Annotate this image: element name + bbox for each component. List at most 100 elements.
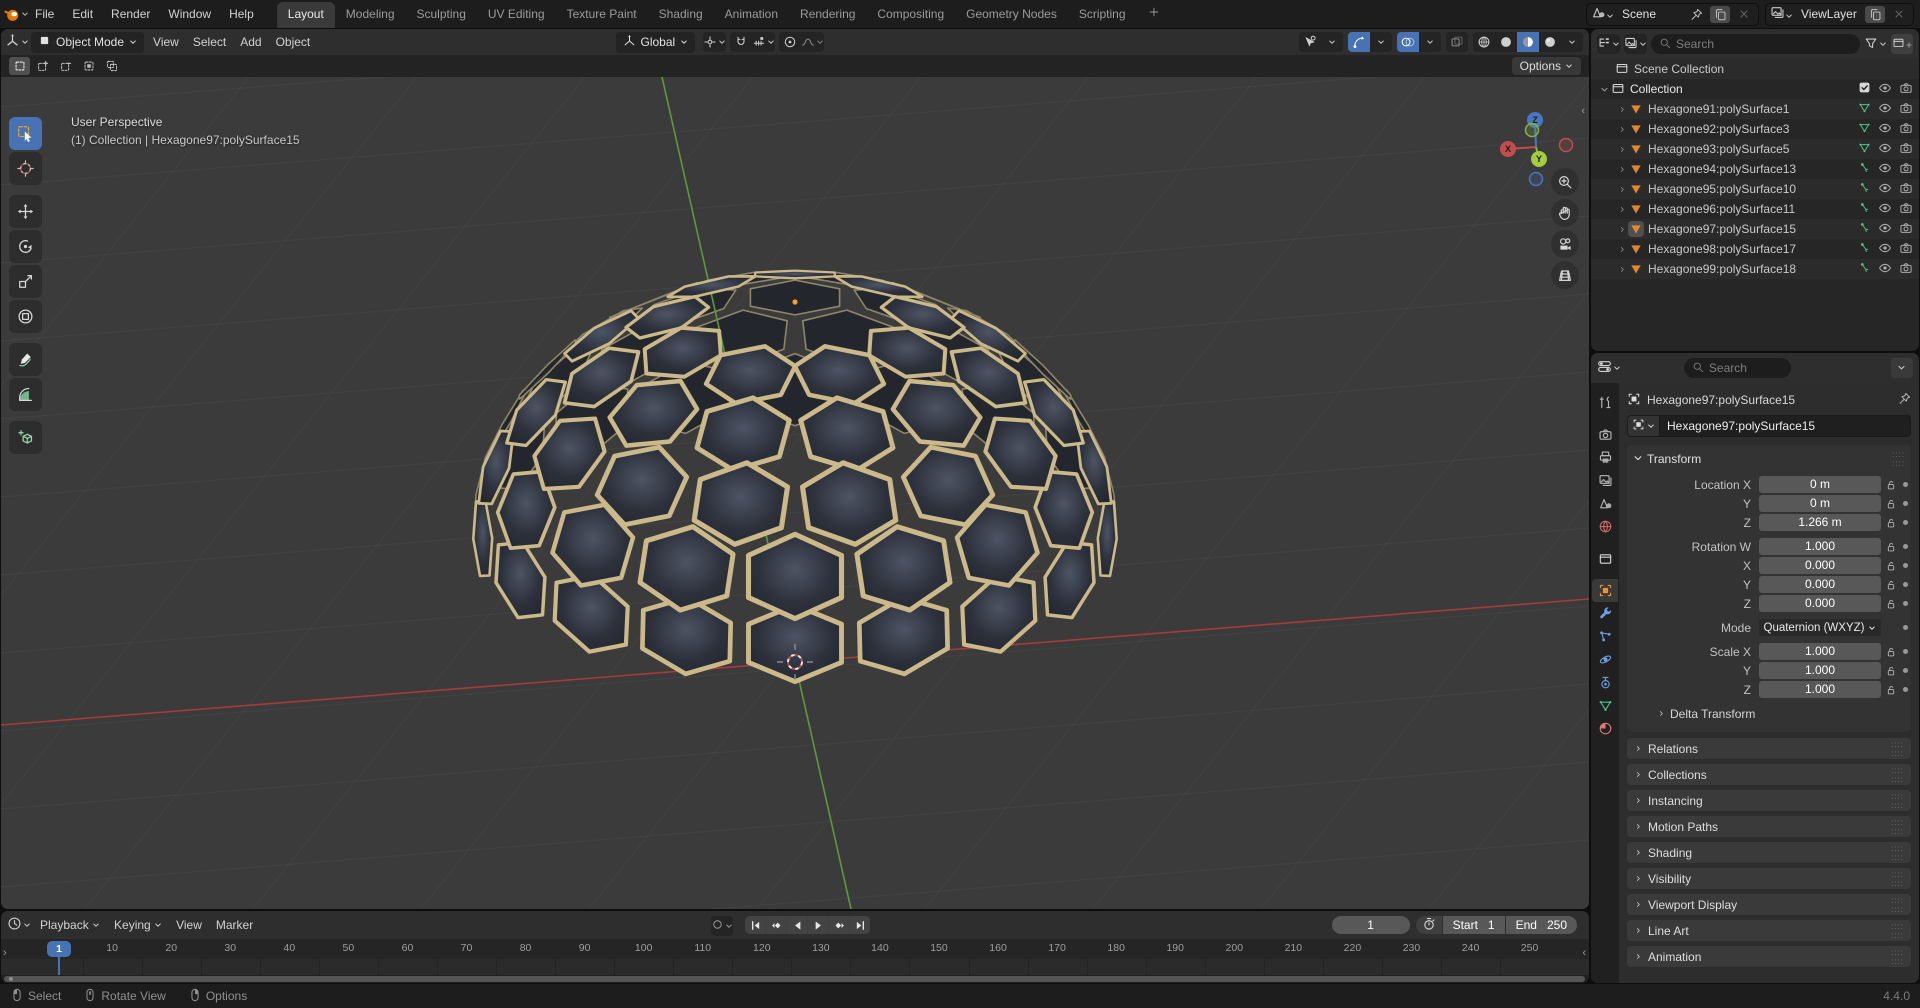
playhead[interactable]: 1 (47, 941, 71, 957)
section-shading[interactable]: Shading:::::::: (1627, 842, 1911, 863)
rotation-mode-dropdown[interactable]: Quaternion (WXYZ) (1759, 619, 1881, 636)
outliner-item[interactable]: Hexagone95:polySurface10 (1591, 179, 1919, 199)
timeline-track[interactable] (1, 959, 1589, 975)
tab-rendering[interactable]: Rendering (789, 2, 866, 28)
lock-icon[interactable] (1885, 541, 1897, 553)
tool-scale[interactable] (9, 265, 42, 298)
scene-selector[interactable]: Scene (1586, 3, 1759, 26)
properties-tab-view-layer[interactable] (1592, 469, 1618, 492)
select-subtract-icon[interactable] (55, 57, 76, 75)
timeline-ruler[interactable]: 1020304050607080901001101201301401501601… (1, 939, 1589, 959)
transform-orientation-dropdown[interactable]: Global (616, 32, 696, 53)
section-motion-paths[interactable]: Motion Paths:::::::: (1627, 816, 1911, 837)
editor-type-button[interactable] (1597, 358, 1621, 378)
new-collection-icon[interactable] (1891, 34, 1913, 54)
animate-dot[interactable] (1903, 544, 1908, 549)
viewport-menu-add[interactable]: Add (233, 35, 268, 49)
blender-logo-menu[interactable] (6, 6, 26, 23)
menu-window[interactable]: Window (159, 0, 220, 28)
tool-measure[interactable] (9, 378, 42, 411)
properties-tab-physics[interactable] (1592, 648, 1618, 671)
camera-icon[interactable] (1899, 201, 1913, 218)
pivot-point-dropdown[interactable] (703, 32, 726, 52)
lock-icon[interactable] (1885, 684, 1897, 696)
camera-icon[interactable] (1899, 221, 1913, 238)
mode-dropdown[interactable]: Object Mode (31, 32, 144, 53)
tool-cursor[interactable] (9, 152, 42, 185)
properties-tab-scene[interactable] (1592, 492, 1618, 515)
eye-icon[interactable] (1878, 181, 1892, 198)
ortho-grid-icon[interactable] (1551, 261, 1579, 289)
value-field[interactable]: 1.000 (1759, 643, 1881, 660)
options-button[interactable]: Options (1512, 57, 1581, 75)
section-relations[interactable]: Relations:::::::: (1627, 738, 1911, 759)
tab-modeling[interactable]: Modeling (335, 2, 406, 28)
properties-tab-modifiers[interactable] (1592, 602, 1618, 625)
sidebar-collapse-icon[interactable]: ‹ (1581, 105, 1585, 117)
add-workspace-button[interactable] (1137, 1, 1171, 28)
chevron-down-icon[interactable] (1561, 32, 1583, 52)
timeline-scrollbar[interactable] (1, 975, 1589, 983)
tab-shading[interactable]: Shading (648, 2, 714, 28)
properties-tab-output[interactable] (1592, 446, 1618, 469)
editor-type-button[interactable] (5, 32, 29, 52)
tab-uv-editing[interactable]: UV Editing (477, 2, 556, 28)
chevron-down-icon[interactable] (1419, 32, 1441, 52)
select-intersect-icon[interactable] (101, 57, 122, 75)
value-field[interactable]: 0.000 (1759, 557, 1881, 574)
expand-arrow-icon[interactable]: › (3, 947, 7, 959)
menu-help[interactable]: Help (220, 0, 263, 28)
eye-icon[interactable] (1878, 201, 1892, 218)
animate-dot[interactable] (1903, 649, 1908, 654)
play-icon[interactable] (808, 916, 828, 934)
chevron-down-icon[interactable] (1370, 32, 1392, 52)
outliner-item[interactable]: Hexagone94:polySurface13 (1591, 159, 1919, 179)
lock-icon[interactable] (1885, 560, 1897, 572)
camera-icon[interactable] (1899, 121, 1913, 138)
camera-icon[interactable] (1899, 101, 1913, 118)
play-reverse-icon[interactable] (787, 916, 807, 934)
animate-dot[interactable] (1903, 501, 1908, 506)
value-field[interactable]: 1.266 m (1759, 514, 1881, 531)
lock-icon[interactable] (1885, 598, 1897, 610)
section-animation[interactable]: Animation:::::::: (1627, 946, 1911, 967)
outliner-item[interactable]: Hexagone98:polySurface17 (1591, 239, 1919, 259)
select-new-icon[interactable] (9, 57, 30, 75)
tab-texture-paint[interactable]: Texture Paint (556, 2, 648, 28)
object-id-dropdown[interactable] (1627, 415, 1660, 437)
wireframe-icon[interactable] (1473, 32, 1495, 52)
eye-icon[interactable] (1878, 101, 1892, 118)
eye-icon[interactable] (1878, 81, 1892, 98)
outliner-collection[interactable]: Collection (1591, 79, 1919, 99)
viewlayer-name[interactable]: ViewLayer (1797, 7, 1861, 21)
viewlayer-selector[interactable]: ViewLayer (1765, 3, 1914, 26)
animate-dot[interactable] (1903, 601, 1908, 606)
overlays-icon[interactable] (1397, 32, 1419, 52)
tab-sculpting[interactable]: Sculpting (406, 2, 477, 28)
panel-grip[interactable]: :::::::: (1892, 450, 1905, 468)
outliner-search-input[interactable]: Search (1651, 34, 1860, 54)
display-mode-icon[interactable] (1597, 34, 1620, 54)
camera-icon[interactable] (1899, 241, 1913, 258)
tool-rotate[interactable] (9, 230, 42, 263)
editor-type-button[interactable] (7, 915, 31, 935)
snap-increment-icon[interactable] (752, 32, 775, 52)
properties-tab-world[interactable] (1592, 515, 1618, 538)
animate-dot[interactable] (1903, 582, 1908, 587)
current-frame-field[interactable]: 1 (1332, 916, 1410, 934)
value-field[interactable]: 1.000 (1759, 662, 1881, 679)
properties-tab-object[interactable] (1592, 579, 1618, 602)
prev-keyframe-icon[interactable] (766, 916, 786, 934)
proportional-icon[interactable] (779, 32, 801, 52)
viewport-3d[interactable]: Object Mode ViewSelectAddObject Global O… (1, 29, 1589, 909)
outliner-item[interactable]: Hexagone92:polySurface3 (1591, 119, 1919, 139)
frame-start-field[interactable]: Start1 (1443, 916, 1505, 934)
filter-collection-icon[interactable] (1624, 34, 1647, 54)
animate-dot[interactable] (1903, 482, 1908, 487)
outliner-item[interactable]: Hexagone91:polySurface1 (1591, 99, 1919, 119)
timeline-menu-keying[interactable]: Keying (107, 918, 169, 932)
viewport-menu-select[interactable]: Select (186, 35, 233, 49)
menu-edit[interactable]: Edit (63, 0, 102, 28)
properties-tab-material[interactable] (1592, 717, 1618, 740)
tool-select-box[interactable] (9, 117, 42, 150)
